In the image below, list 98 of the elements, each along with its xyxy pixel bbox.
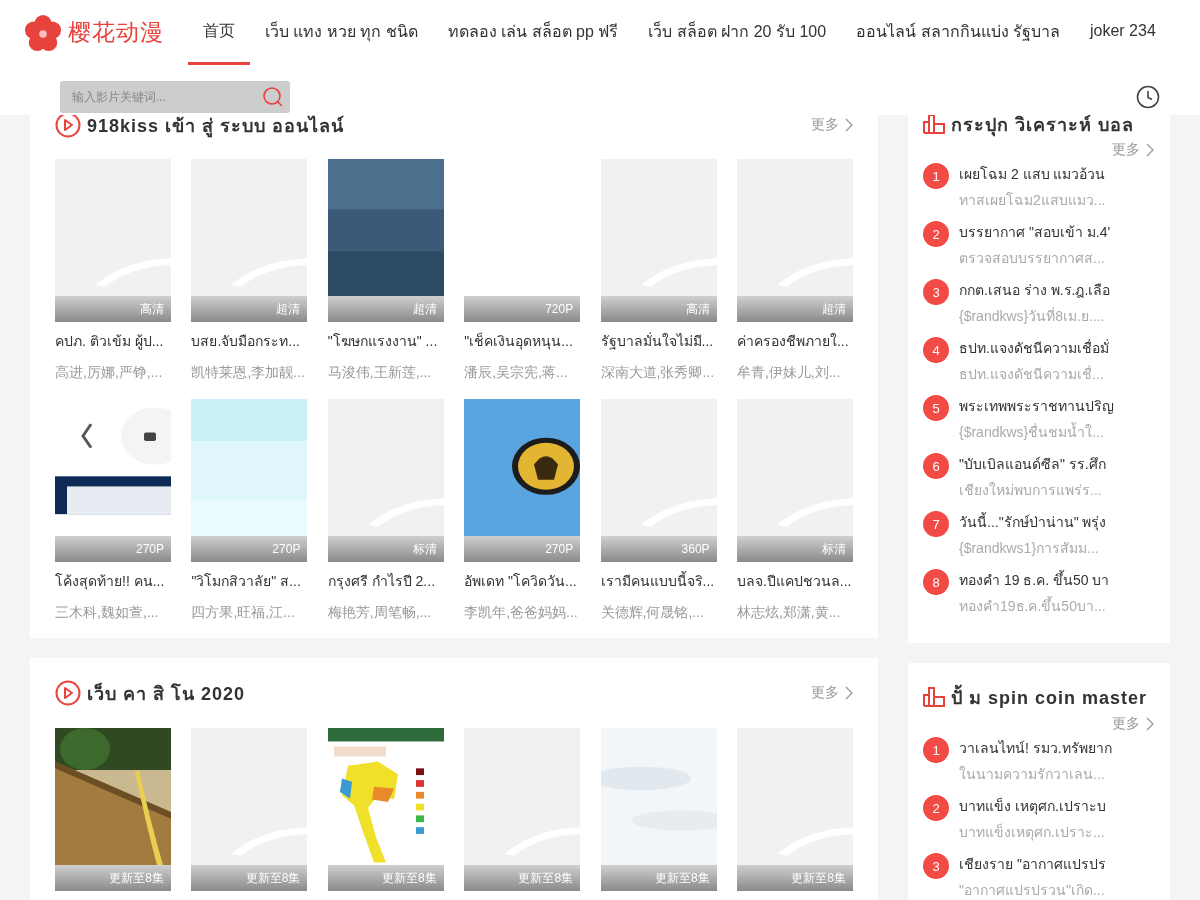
cast-text: 四方果,旺福,江...	[191, 604, 296, 622]
chevron-right-icon[interactable]	[1146, 717, 1154, 731]
section-title: 918kiss เข้า สู่ ระบบ ออนไลน์	[87, 114, 345, 140]
ranking-item-subtitle: ในนามความรักวาเลน...	[959, 765, 1106, 784]
section-title: เว็บ คา สิ โน 2020	[87, 681, 246, 706]
quality-label: 270P	[464, 536, 581, 562]
cast-text: 梅艳芳,周笔畅,...	[327, 604, 433, 622]
cast-text: 三木科,魏如萱,...	[55, 604, 160, 622]
ranking-item-title[interactable]: วันนี้..."รักษ์ป่าน่าน" พรุ่ง	[959, 511, 1107, 533]
video-title[interactable]: โค้งสุดท้าย!! คน...	[55, 570, 171, 592]
ranking-title: กระปุก วิเคราะห์ บอล	[951, 113, 1134, 139]
quality-label: 高清	[600, 296, 717, 322]
ranking-item-subtitle: {$randkws}วันที่8เม.ย....	[959, 306, 1106, 326]
play-icon	[55, 680, 81, 706]
ranking-item-subtitle: ตรวจสอบบรรยากาศส...	[959, 249, 1106, 268]
quality-label: 270P	[191, 536, 308, 562]
video-title[interactable]: ค่าครองชีพภายใ...	[736, 330, 853, 352]
ranking-item-subtitle: ธปท.แจงดัชนีความเชื่...	[959, 364, 1105, 384]
search-field[interactable]: 输入影片关键词...	[60, 81, 290, 113]
rank-number: 8	[923, 569, 949, 595]
ranking-item-subtitle: เชียงใหม่พบการแพร่ร...	[959, 481, 1103, 500]
video-title[interactable]: บลจ.ปีแคปชวนล...	[736, 570, 853, 592]
bar-chart-icon	[923, 114, 945, 134]
video-title[interactable]: "โฆษกแรงงาน" ...	[327, 330, 444, 352]
quality-label: 超清	[327, 296, 444, 322]
video-title[interactable]: บสย.จับมือกระท...	[191, 330, 308, 352]
ranking-item-title[interactable]: บาทแข็ง เหตุศก.เปราะบ	[959, 795, 1106, 817]
quality-label: 更新至8集	[736, 865, 853, 891]
quality-label: 更新至8集	[191, 865, 308, 891]
ranking-title: ปั้ ม spin coin master	[951, 682, 1148, 712]
flower-logo-icon	[24, 13, 62, 52]
nav-tab[interactable]: 首页	[188, 0, 250, 65]
nav-tab[interactable]: ออนไลน์ สลากกินแบ่ง รัฐบาล	[841, 0, 1075, 65]
cast-text: 牟青,伊妹儿,刘...	[736, 364, 842, 382]
clock-icon[interactable]	[1136, 85, 1160, 109]
ranking-item-title[interactable]: ทองคำ 19 ธ.ค. ขึ้น50 บา	[959, 569, 1110, 591]
cast-text: 李凯年,爸爸妈妈...	[464, 604, 579, 622]
rank-number: 6	[923, 453, 949, 479]
ranking-item-subtitle: "อากาศแปรปรวน"เกิด...	[959, 881, 1106, 900]
site-logo-text: 樱花动漫	[68, 18, 164, 47]
rank-number: 4	[923, 337, 949, 363]
quality-label: 更新至8集	[55, 865, 171, 891]
cast-text: 林志炫,郑潇,黄...	[736, 604, 842, 622]
cast-text: 凯特莱恩,李加靓...	[191, 364, 306, 382]
nav-tab[interactable]: joker 234	[1074, 0, 1171, 65]
quality-label: 超清	[191, 296, 308, 322]
cast-text: 关德辉,何晟铭,...	[600, 604, 705, 622]
video-title[interactable]: รัฐบาลมั่นใจไม่มี...	[600, 330, 717, 352]
play-icon	[55, 112, 81, 138]
video-title[interactable]: กรุงศรี กำไรปี 2...	[327, 570, 444, 592]
video-title[interactable]: เรามีคนแบบนี้จริ...	[600, 570, 717, 592]
quality-label: 标清	[327, 536, 444, 562]
cast-text: 马浚伟,王新莲,...	[327, 364, 433, 382]
bar-chart-icon	[923, 687, 945, 707]
quality-label: 更新至8集	[600, 865, 717, 891]
video-title[interactable]: อัพเดท "โควิดวัน...	[464, 570, 581, 592]
video-title[interactable]: คปภ. ติวเข้ม ผู้ป...	[55, 330, 171, 352]
rank-number: 5	[923, 395, 949, 421]
ranking-item-title[interactable]: เผยโฉม 2 แสบ แมวอ้วน	[959, 163, 1106, 185]
rank-number: 1	[923, 737, 949, 763]
search-icon[interactable]	[262, 86, 284, 108]
ranking-item-subtitle: {$randkws}ชื่นชมน้ำใ...	[959, 421, 1105, 442]
quality-label: 标清	[736, 536, 853, 562]
quality-label: 更新至8集	[327, 865, 444, 891]
chevron-right-icon[interactable]	[845, 686, 853, 700]
quality-label: 超清	[736, 296, 853, 322]
ranking-item-title[interactable]: พระเทพพระราชทานปริญ	[959, 395, 1114, 417]
video-title[interactable]: "เช็คเงินอุดหนุน...	[464, 330, 581, 352]
quality-label: 高清	[55, 296, 171, 322]
ranking-item-title[interactable]: กกต.เสนอ ร่าง พ.ร.ฎ.เลือ	[959, 279, 1111, 301]
quality-label: 更新至8集	[464, 865, 581, 891]
quality-label: 720P	[464, 296, 581, 322]
quality-label: 360P	[600, 536, 717, 562]
ranking-item-subtitle: ทาสเผยโฉม2แสบแมว...	[959, 191, 1106, 210]
quality-label: 270P	[55, 536, 171, 562]
cast-text: 潘辰,吴宗宪,蒋...	[464, 364, 569, 382]
cast-text: 深南大道,张秀卿...	[600, 364, 716, 382]
rank-number: 3	[923, 853, 949, 879]
nav-tab[interactable]: ทดลอง เล่น สล็อต pp ฟรี	[432, 0, 634, 65]
rank-number: 7	[923, 511, 949, 537]
chevron-right-icon[interactable]	[1146, 143, 1154, 157]
chevron-right-icon[interactable]	[845, 118, 853, 132]
ranking-item-subtitle: บาทแข็งเหตุศก.เปราะ...	[959, 822, 1106, 843]
rank-number: 3	[923, 279, 949, 305]
ranking-item-title[interactable]: "บับเบิลแอนด์ซีล" รร.ศึก	[959, 453, 1106, 475]
ranking-item-title[interactable]: วาเลนไทน์! รมว.ทรัพยาก	[959, 737, 1112, 759]
rank-number: 1	[923, 163, 949, 189]
ranking-item-subtitle: ทองคำ19ธ.ค.ขึ้น50บา...	[959, 595, 1107, 616]
nav-tab[interactable]: เว็บ สล็อต ฝาก 20 รับ 100	[633, 0, 842, 65]
ranking-item-title[interactable]: บรรยากาศ "สอบเข้า ม.4'	[959, 221, 1111, 243]
cast-text: 高进,厉娜,严铮,...	[55, 364, 164, 382]
ranking-item-title[interactable]: ธปท.แจงดัชนีความเชื่อมั่	[959, 337, 1109, 359]
nav-tab[interactable]: เว็บ แทง หวย ทุก ชนิด	[250, 0, 433, 65]
ranking-item-title[interactable]: เชียงราย "อากาศแปรปร	[959, 853, 1106, 875]
ranking-item-subtitle: {$randkws1}การสัมม...	[959, 539, 1100, 558]
rank-number: 2	[923, 221, 949, 247]
rank-number: 2	[923, 795, 949, 821]
video-title[interactable]: "วิโมกสิวาลัย" ส...	[191, 570, 308, 592]
